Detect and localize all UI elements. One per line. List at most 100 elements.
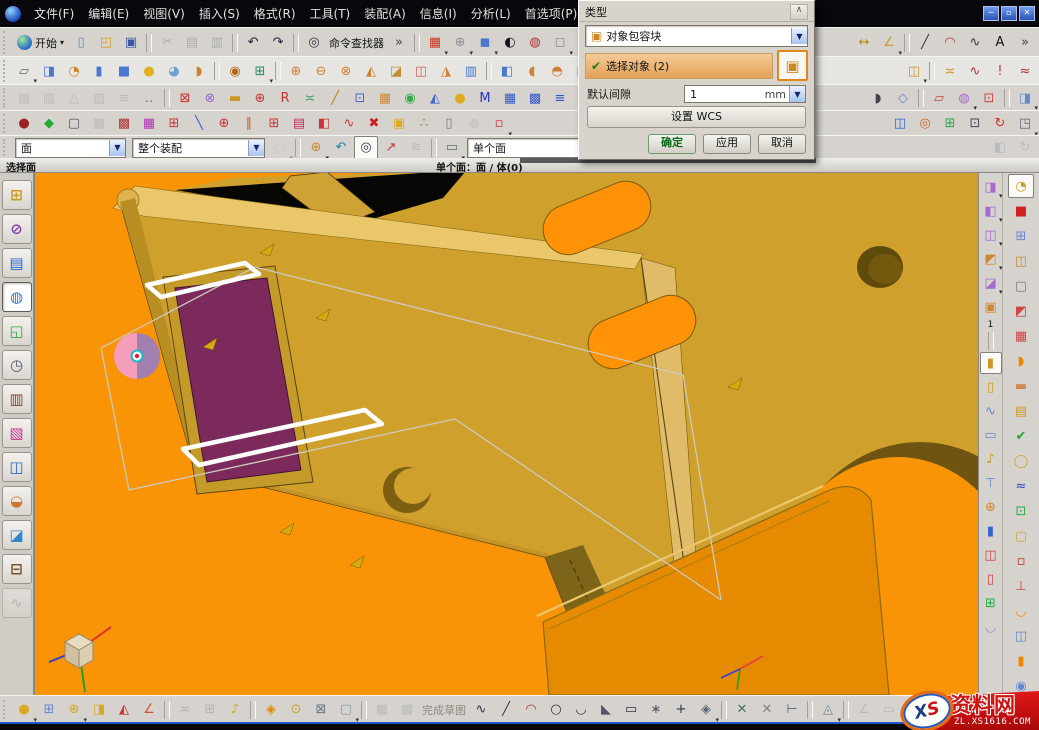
layer-stack-icon[interactable]: ≡ [112,86,136,110]
move-component-icon[interactable]: ◨ [87,698,111,722]
measure-angle-icon[interactable]: ∠▾ [877,31,901,55]
rotate-ccw-icon[interactable]: ↻ [988,112,1012,136]
curve-slide-icon[interactable]: ∿ [980,400,1002,422]
cylinder-pin-icon[interactable]: ▮ [980,520,1002,542]
menu-item[interactable]: 分析(L) [464,3,518,24]
revolve-icon[interactable]: ◔ [62,59,86,83]
overflow-chevron-icon[interactable]: » [387,31,411,55]
materials-icon[interactable]: M [473,86,497,110]
trim-recipe-curve-icon[interactable]: ✕ [730,698,754,722]
weld-assistant-icon[interactable]: ≍ [298,86,322,110]
point-list-icon[interactable]: ⊕ [248,86,272,110]
t-square-icon[interactable]: ⊡ [963,112,987,136]
section-view-icon[interactable]: ▥ [37,86,61,110]
shaded-view-icon[interactable]: ◼▾ [473,31,497,55]
arc-icon[interactable]: ◠ [938,31,962,55]
paste-icon[interactable]: ▥ [205,31,229,55]
layer-settings-icon[interactable]: ▧ [87,86,111,110]
chain-ring-icon[interactable]: ◯ [1008,449,1034,473]
replace-face-icon[interactable]: ◫ [409,59,433,83]
swoop-surface-icon[interactable]: ◗ [866,86,890,110]
measure-ruler-icon[interactable]: ▬ [223,86,247,110]
select-object-field[interactable]: ✔ 选择对象 (2) [585,53,773,79]
gray-tool-b-icon[interactable]: ↻ [1013,136,1037,160]
text-icon[interactable]: A [988,31,1012,55]
green-pattern-icon[interactable]: ⊞ [938,112,962,136]
constraint-navigator-icon[interactable]: ⊘ [2,214,32,244]
bounded-plane-icon[interactable]: ▱ [927,86,951,110]
datum-csys-icon[interactable]: ⊞▾ [248,59,272,83]
cylinder-pair-icon[interactable]: ◫ [1008,624,1034,648]
note-icon[interactable]: ♪ [980,448,1002,470]
box-type-combo[interactable]: ▣ 对象包容块 ▼ [585,25,808,47]
type-filter-combo[interactable]: 面 ▼ [15,138,126,158]
cup-icon[interactable]: ◡ [980,616,1002,638]
pattern-curve-icon[interactable]: ◈▾ [694,698,718,722]
edit-spline-icon[interactable]: ≈ [1013,59,1037,83]
assembly-constraints-icon[interactable]: ∠ [137,698,161,722]
orient-wcs-icon[interactable]: ⊠ [173,86,197,110]
hole-icon[interactable]: ◉ [223,59,247,83]
cavity-layout-icon[interactable]: ◫ [1008,249,1034,273]
color-dots-icon[interactable]: ◉ [398,86,422,110]
stamp-tool-icon[interactable]: ⊥ [1008,574,1034,598]
clip-icon[interactable]: ◫ [980,544,1002,566]
undo-icon[interactable]: ↶ [241,31,265,55]
wave-geometry-linker-icon[interactable]: ◈ [259,698,283,722]
view-check-icon[interactable]: ⊡ [1008,499,1034,523]
menu-item[interactable]: 格式(R) [247,3,303,24]
palette-icon[interactable]: ▧ [2,418,32,448]
wand-icon[interactable]: ∿ [2,588,32,618]
start-button[interactable]: 开始 ▾ [12,34,69,52]
text-box-icon[interactable]: ⊡ [348,86,372,110]
rectangle-icon[interactable]: ▭ [619,698,643,722]
rotate-point-icon[interactable]: ↗ [379,136,403,160]
line-icon[interactable]: ╱ [494,698,518,722]
delete-face-icon[interactable]: ▣ [980,296,1002,318]
mold-tools-icon[interactable]: ▢ [1008,274,1034,298]
parallel-lines-icon[interactable]: ∥ [237,112,261,136]
save-icon[interactable]: ▣ [119,31,143,55]
cylinder-icon[interactable]: ▮ [87,59,111,83]
apply-button[interactable]: 应用 [703,134,751,154]
edit-parameter-icon[interactable]: ! [988,59,1012,83]
dashed-box-icon[interactable]: ▫▾ [487,112,511,136]
display-part-icon[interactable]: ▤ [12,86,36,110]
finish-sketch-icon[interactable]: ▩ [395,698,419,722]
redo-icon[interactable]: ↷ [266,31,290,55]
folder-icon[interactable]: ▣ [387,112,411,136]
resize-blend-icon[interactable]: ◪▾ [980,272,1002,294]
standard-bolt-icon[interactable]: ▮ [980,352,1002,374]
command-finder-icon[interactable]: ◎ [302,31,326,55]
radius-check-icon[interactable]: R [273,86,297,110]
block-icon[interactable]: ■ [112,59,136,83]
menu-item[interactable]: 装配(A) [357,3,413,24]
point-target-icon[interactable]: ⊕ [212,112,236,136]
close-button[interactable]: ✕ [1019,6,1035,21]
copy-icon[interactable]: ▤ [180,31,204,55]
filter-gray-icon[interactable]: ◌▾ [268,136,292,160]
green-diamond-icon[interactable]: ◆ [37,112,61,136]
grid-cross-icon[interactable]: ⊞ [162,112,186,136]
restore-button[interactable]: ▫ [1001,6,1017,21]
edge-blend-icon[interactable]: ◕ [162,59,186,83]
box-pointer-icon[interactable]: ◳▾ [1013,112,1037,136]
offset-surface-icon[interactable]: ◫▾ [902,59,926,83]
studio-surface-icon[interactable]: ◍▾ [952,86,976,110]
show-dof-icon[interactable]: ⊞ [198,698,222,722]
mold-check-icon[interactable]: ✔ [1008,424,1034,448]
extend-curve-icon[interactable]: ⊢ [780,698,804,722]
pencil-edit-icon[interactable]: ╱ [323,86,347,110]
magnifier-icon[interactable]: ◎ [354,136,378,160]
menu-item[interactable]: 信息(I) [413,3,464,24]
stud-icon[interactable]: ▯ [980,568,1002,590]
viewport[interactable] [35,172,978,695]
emboss-icon[interactable]: ◭ [359,59,383,83]
point-icon[interactable]: + [669,698,693,722]
bolt-head-icon[interactable]: ⊤ [980,472,1002,494]
manual-book-icon[interactable]: ▥ [2,384,32,414]
ring-target-icon[interactable]: ⊕ [980,496,1002,518]
white-cube-icon[interactable]: ▢ [62,112,86,136]
set-wcs-button[interactable]: 设置 WCS [587,106,806,128]
red-gift-icon[interactable]: ▩ [112,112,136,136]
